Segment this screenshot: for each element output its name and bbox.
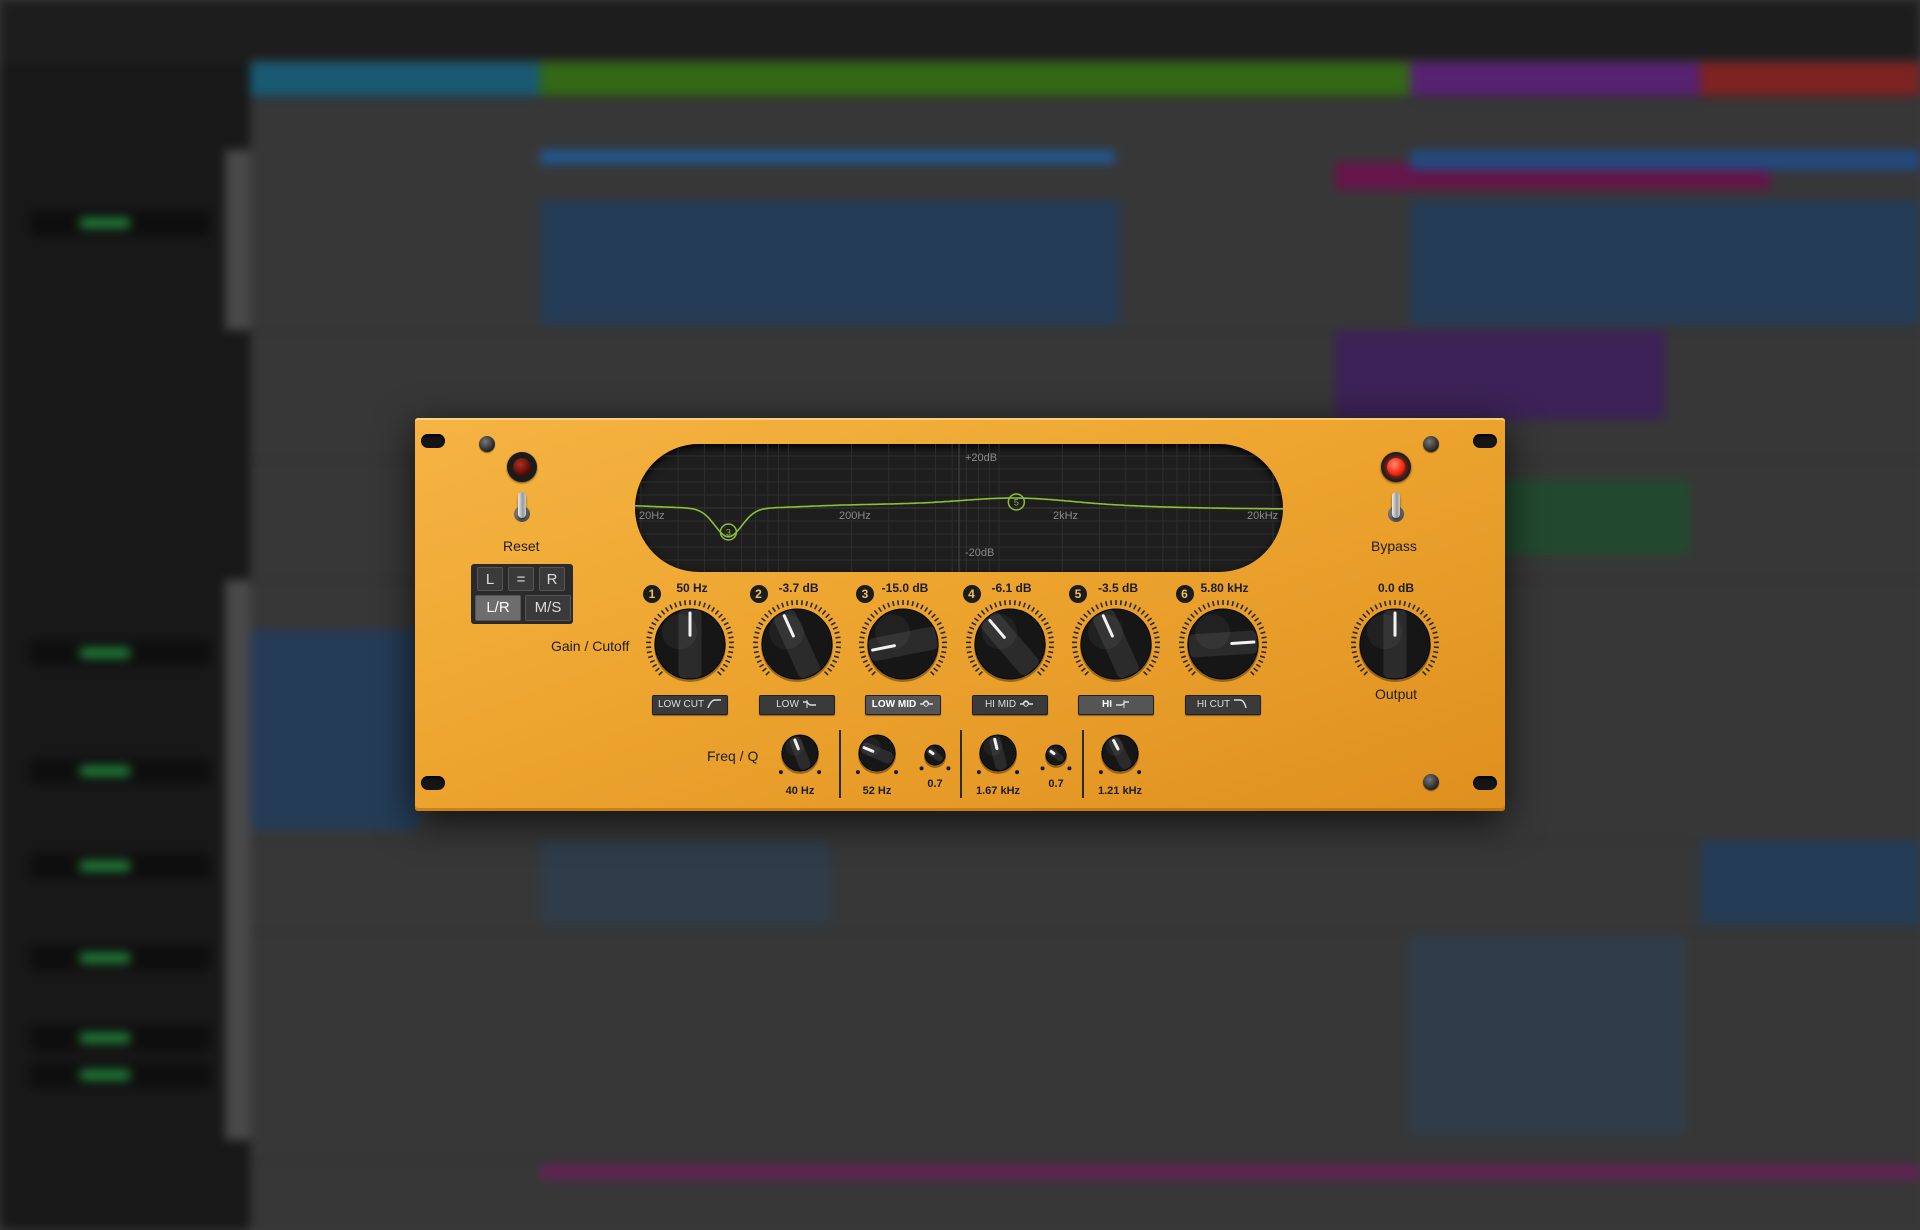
mode-lr-button[interactable]: L/R <box>475 595 521 621</box>
band-5-gain-knob[interactable] <box>1070 598 1162 690</box>
reset-label: Reset <box>503 538 540 554</box>
divider <box>960 730 962 798</box>
band-3-gain-knob[interactable] <box>857 598 949 690</box>
display-freq-label-20hz: 20Hz <box>639 510 665 522</box>
freq-q-label: Freq / Q <box>707 748 759 764</box>
output-value: 0.0 dB <box>1377 581 1414 595</box>
freq-knob-3[interactable] <box>969 724 1027 782</box>
band-3-gain-value: -15.0 dB <box>881 581 929 595</box>
channel-mode-selector: L = R L/R M/S <box>471 564 573 624</box>
bypass-switch[interactable] <box>1388 492 1404 532</box>
band-6-type-label: HI CUT <box>1196 699 1231 710</box>
mode-left-button[interactable]: L <box>477 567 503 591</box>
band-4-type-label: HI MID <box>984 699 1017 710</box>
eq-node-label: 3 <box>726 528 731 538</box>
mode-link-button[interactable]: = <box>508 567 534 591</box>
eq-node-label: 5 <box>1014 498 1019 508</box>
rack-ear-slot <box>1473 776 1497 790</box>
band-4-gain-knob[interactable] <box>964 598 1056 690</box>
band-1-gain-knob[interactable] <box>644 598 736 690</box>
freq-knob-1[interactable] <box>771 724 829 782</box>
highcut-icon <box>1234 699 1247 709</box>
divider <box>839 730 841 798</box>
display-freq-label-2khz: 2kHz <box>1053 510 1079 522</box>
band-2-type-label: LOW <box>776 699 799 710</box>
freq-value-4: 1.21 kHz <box>1097 785 1143 797</box>
output-knob[interactable] <box>1349 598 1441 690</box>
band-3-type-label: LOW MID <box>871 699 917 710</box>
lowcut-icon <box>707 699 722 709</box>
band-4-type-button[interactable]: HI MID <box>971 695 1048 715</box>
display-freq-label-20khz: 20kHz <box>1247 510 1279 522</box>
freq-knob-4[interactable] <box>1091 724 1149 782</box>
lowshelf-icon <box>802 700 816 709</box>
bypass-label: Bypass <box>1371 538 1417 554</box>
band-5-gain-value: -3.5 dB <box>1097 581 1138 595</box>
eq-grid: 35 <box>635 444 1283 572</box>
q-knob-3[interactable] <box>1035 734 1077 776</box>
freq-knob-2[interactable] <box>848 724 906 782</box>
reset-switch[interactable] <box>514 492 530 532</box>
band-2-gain-knob[interactable] <box>751 598 843 690</box>
rack-ear-slot <box>421 776 445 790</box>
band-5-type-button[interactable]: HI <box>1078 695 1154 715</box>
screw <box>479 436 495 452</box>
band-5-type-label: HI <box>1102 699 1112 710</box>
q-knob-2[interactable] <box>914 734 956 776</box>
gain-cutoff-label: Gain / Cutoff <box>551 638 630 654</box>
bell-icon <box>920 700 934 708</box>
display-bottom-gain-label: -20dB <box>965 547 995 559</box>
reset-led <box>507 452 537 482</box>
band-6-gain-value: 5.80 kHz <box>1200 581 1249 595</box>
bell-icon <box>1020 700 1034 708</box>
band-3-type-button[interactable]: LOW MID <box>865 695 941 715</box>
screw <box>1423 774 1439 790</box>
eq-curve-display[interactable]: 35 +20dB -20dB 20Hz 200Hz 2kHz 20kHz <box>635 444 1283 572</box>
rack-ear-slot <box>421 434 445 448</box>
display-top-gain-label: +20dB <box>965 452 998 464</box>
band-2-type-button[interactable]: LOW <box>758 695 835 715</box>
rack-ear-slot <box>1473 434 1497 448</box>
divider <box>1082 730 1084 798</box>
band-6-type-button[interactable]: HI CUT <box>1184 695 1261 715</box>
band-2-gain-value: -3.7 dB <box>778 581 819 595</box>
bypass-led <box>1381 452 1411 482</box>
band-1-type-button[interactable]: LOW CUT <box>652 695 728 715</box>
screw <box>1423 436 1439 452</box>
mode-ms-button[interactable]: M/S <box>525 595 571 621</box>
band-4-gain-value: -6.1 dB <box>991 581 1032 595</box>
q-value-3: 0.7 <box>1048 778 1064 790</box>
band-6-gain-knob[interactable] <box>1177 598 1269 690</box>
highshelf-icon <box>1116 700 1129 709</box>
band-1-type-label: LOW CUT <box>657 699 705 710</box>
mode-right-button[interactable]: R <box>539 567 565 591</box>
display-freq-label-200hz: 200Hz <box>839 510 871 522</box>
band-1-gain-value: 50 Hz <box>676 581 708 595</box>
freq-value-1: 40 Hz <box>785 785 815 797</box>
eq-plugin-panel: Reset Bypass L = R L/R M/S 35 +20dB -20d… <box>415 418 1505 811</box>
screen: Reset Bypass L = R L/R M/S 35 +20dB -20d… <box>0 0 1920 1230</box>
